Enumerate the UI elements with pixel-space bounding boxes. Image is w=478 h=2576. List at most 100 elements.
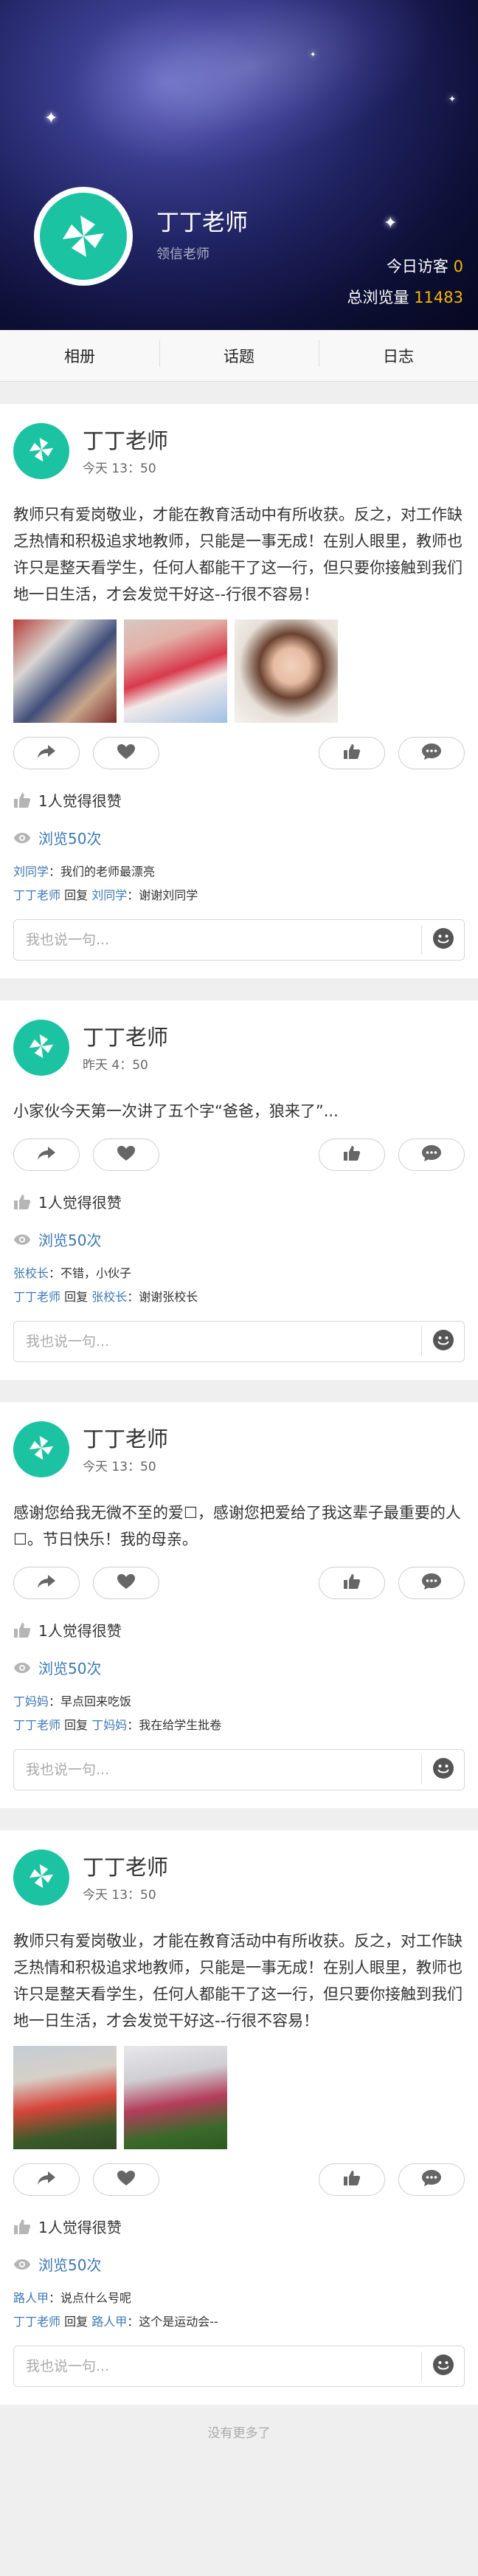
reply-target[interactable]: 刘同学	[91, 888, 127, 902]
post-text: 教师只有爱岗敬业，才能在教育活动中有所收获。反之，对工作缺乏热情和积极追求地教师…	[13, 1932, 463, 2030]
thumbs-up-icon	[343, 1145, 361, 1164]
emoji-button[interactable]	[421, 2352, 464, 2381]
thumbs-up-icon	[13, 792, 32, 808]
chat-bubble-icon	[421, 1573, 442, 1593]
star-decoration: ✦	[448, 94, 457, 104]
smiley-icon	[432, 927, 454, 952]
share-icon	[36, 2170, 57, 2189]
today-visitors: 今日访客 0	[387, 255, 463, 277]
comment-text: 我在给学生批卷	[139, 1718, 222, 1732]
thumbs-up-icon	[13, 2219, 32, 2235]
post-photo[interactable]	[13, 2046, 117, 2149]
star-decoration: ✦	[310, 51, 316, 59]
comment-button[interactable]	[398, 2163, 465, 2196]
author-avatar[interactable]	[13, 1849, 69, 1906]
comment-button[interactable]	[398, 1567, 465, 1599]
comment-text: 谢谢刘同学	[139, 888, 198, 902]
emoji-button[interactable]	[421, 925, 464, 955]
favorite-button[interactable]	[93, 1567, 159, 1599]
post-photo[interactable]	[124, 619, 227, 723]
pinwheel-logo-icon	[24, 1431, 58, 1468]
like-summary: 1人觉得很赞	[13, 2216, 465, 2237]
tab-topics[interactable]: 话题	[159, 340, 319, 367]
reply-target[interactable]: 张校长	[91, 1290, 127, 1304]
post-photo[interactable]	[124, 2046, 227, 2149]
tab-album[interactable]: 相册	[0, 345, 159, 367]
comment-button[interactable]	[398, 1138, 465, 1171]
share-button[interactable]	[13, 737, 80, 769]
author-avatar[interactable]	[13, 1020, 69, 1076]
commenter-name[interactable]: 刘同学	[13, 865, 49, 879]
post-actions	[13, 2163, 465, 2197]
comment-box	[13, 1321, 465, 1362]
star-decoration: ✦	[44, 109, 58, 128]
favorite-button[interactable]	[93, 1138, 159, 1171]
comment-input[interactable]	[26, 2358, 421, 2374]
thumbs-up-icon	[343, 1573, 361, 1593]
comment-item: 丁丁老师 回复 张校长：谢谢张校长	[13, 1290, 198, 1304]
commenter-name[interactable]: 丁丁老师	[13, 888, 60, 902]
post-author[interactable]: 丁丁老师	[83, 1853, 168, 1881]
tab-journal[interactable]: 日志	[319, 340, 478, 367]
post-feed: 丁丁老师 今天 13：50 教师只有爱岗敬业，才能在教育活动中有所收获。反之，对…	[0, 404, 478, 2405]
star-decoration: ✦	[384, 214, 398, 233]
heart-icon	[117, 2170, 136, 2189]
comment-input[interactable]	[26, 932, 421, 948]
pinwheel-logo-icon	[24, 1029, 58, 1066]
comment-list: 张校长：不错，小伙子 丁丁老师 回复 张校长：谢谢张校长	[13, 1262, 465, 1309]
share-icon	[36, 1145, 57, 1164]
post-author[interactable]: 丁丁老师	[83, 1023, 168, 1051]
emoji-button[interactable]	[421, 1327, 464, 1356]
post-text: 教师只有爱岗敬业，才能在教育活动中有所收获。反之，对工作缺乏热情和积极追求地教师…	[13, 506, 463, 603]
emoji-button[interactable]	[421, 1755, 464, 1785]
like-button[interactable]	[319, 737, 385, 769]
reply-target[interactable]: 路人甲	[91, 2315, 127, 2329]
like-button[interactable]	[319, 1567, 385, 1599]
comment-list: 丁妈妈：早点回来吃饭 丁丁老师 回复 丁妈妈：我在给学生批卷	[13, 1690, 465, 1737]
profile-avatar[interactable]	[34, 187, 133, 286]
post-time: 今天 13：50	[83, 461, 156, 476]
comment-box	[13, 2346, 465, 2387]
share-icon	[36, 743, 57, 763]
post-photo[interactable]	[235, 619, 338, 723]
commenter-name[interactable]: 丁丁老师	[13, 1290, 60, 1304]
comment-text: 这个是运动会--	[139, 2315, 218, 2329]
view-summary: 浏览50次	[13, 1657, 465, 1678]
author-avatar[interactable]	[13, 1421, 69, 1477]
post-card: 丁丁老师 昨天 4：50 小家伙今天第一次讲了五个字“爸爸，狼来了”... 1人…	[0, 1000, 478, 1380]
total-views: 总浏览量 11483	[347, 286, 464, 308]
favorite-button[interactable]	[93, 737, 159, 769]
post-author[interactable]: 丁丁老师	[83, 1425, 168, 1453]
comment-button[interactable]	[398, 737, 465, 769]
pinwheel-logo-icon	[40, 193, 127, 280]
share-button[interactable]	[13, 2163, 80, 2196]
author-avatar[interactable]	[13, 423, 69, 479]
pinwheel-logo-icon	[24, 433, 58, 470]
commenter-name[interactable]: 路人甲	[13, 2291, 49, 2305]
like-button[interactable]	[319, 1138, 385, 1171]
reply-word: 回复	[64, 2315, 89, 2329]
comment-item: 刘同学：我们的老师最漂亮	[13, 865, 156, 879]
post-time: 今天 13：50	[83, 1459, 156, 1474]
like-summary: 1人觉得很赞	[13, 789, 465, 811]
comment-input[interactable]	[26, 1333, 421, 1350]
post-author[interactable]: 丁丁老师	[83, 427, 168, 455]
eye-icon	[13, 1234, 32, 1246]
share-button[interactable]	[13, 1567, 80, 1599]
reply-word: 回复	[64, 1290, 89, 1304]
commenter-name[interactable]: 张校长	[13, 1266, 49, 1280]
commenter-name[interactable]: 丁妈妈	[13, 1694, 49, 1708]
like-summary: 1人觉得很赞	[13, 1191, 465, 1212]
thumbs-up-icon	[343, 743, 361, 763]
smiley-icon	[432, 1329, 454, 1354]
like-button[interactable]	[319, 2163, 385, 2196]
comment-input[interactable]	[26, 1762, 421, 1778]
commenter-name[interactable]: 丁丁老师	[13, 1718, 60, 1732]
reply-target[interactable]: 丁妈妈	[91, 1718, 127, 1732]
post-images	[13, 619, 465, 723]
view-count: 浏览50次	[38, 830, 102, 848]
favorite-button[interactable]	[93, 2163, 159, 2196]
commenter-name[interactable]: 丁丁老师	[13, 2315, 60, 2329]
share-button[interactable]	[13, 1138, 80, 1171]
post-photo[interactable]	[13, 619, 117, 723]
